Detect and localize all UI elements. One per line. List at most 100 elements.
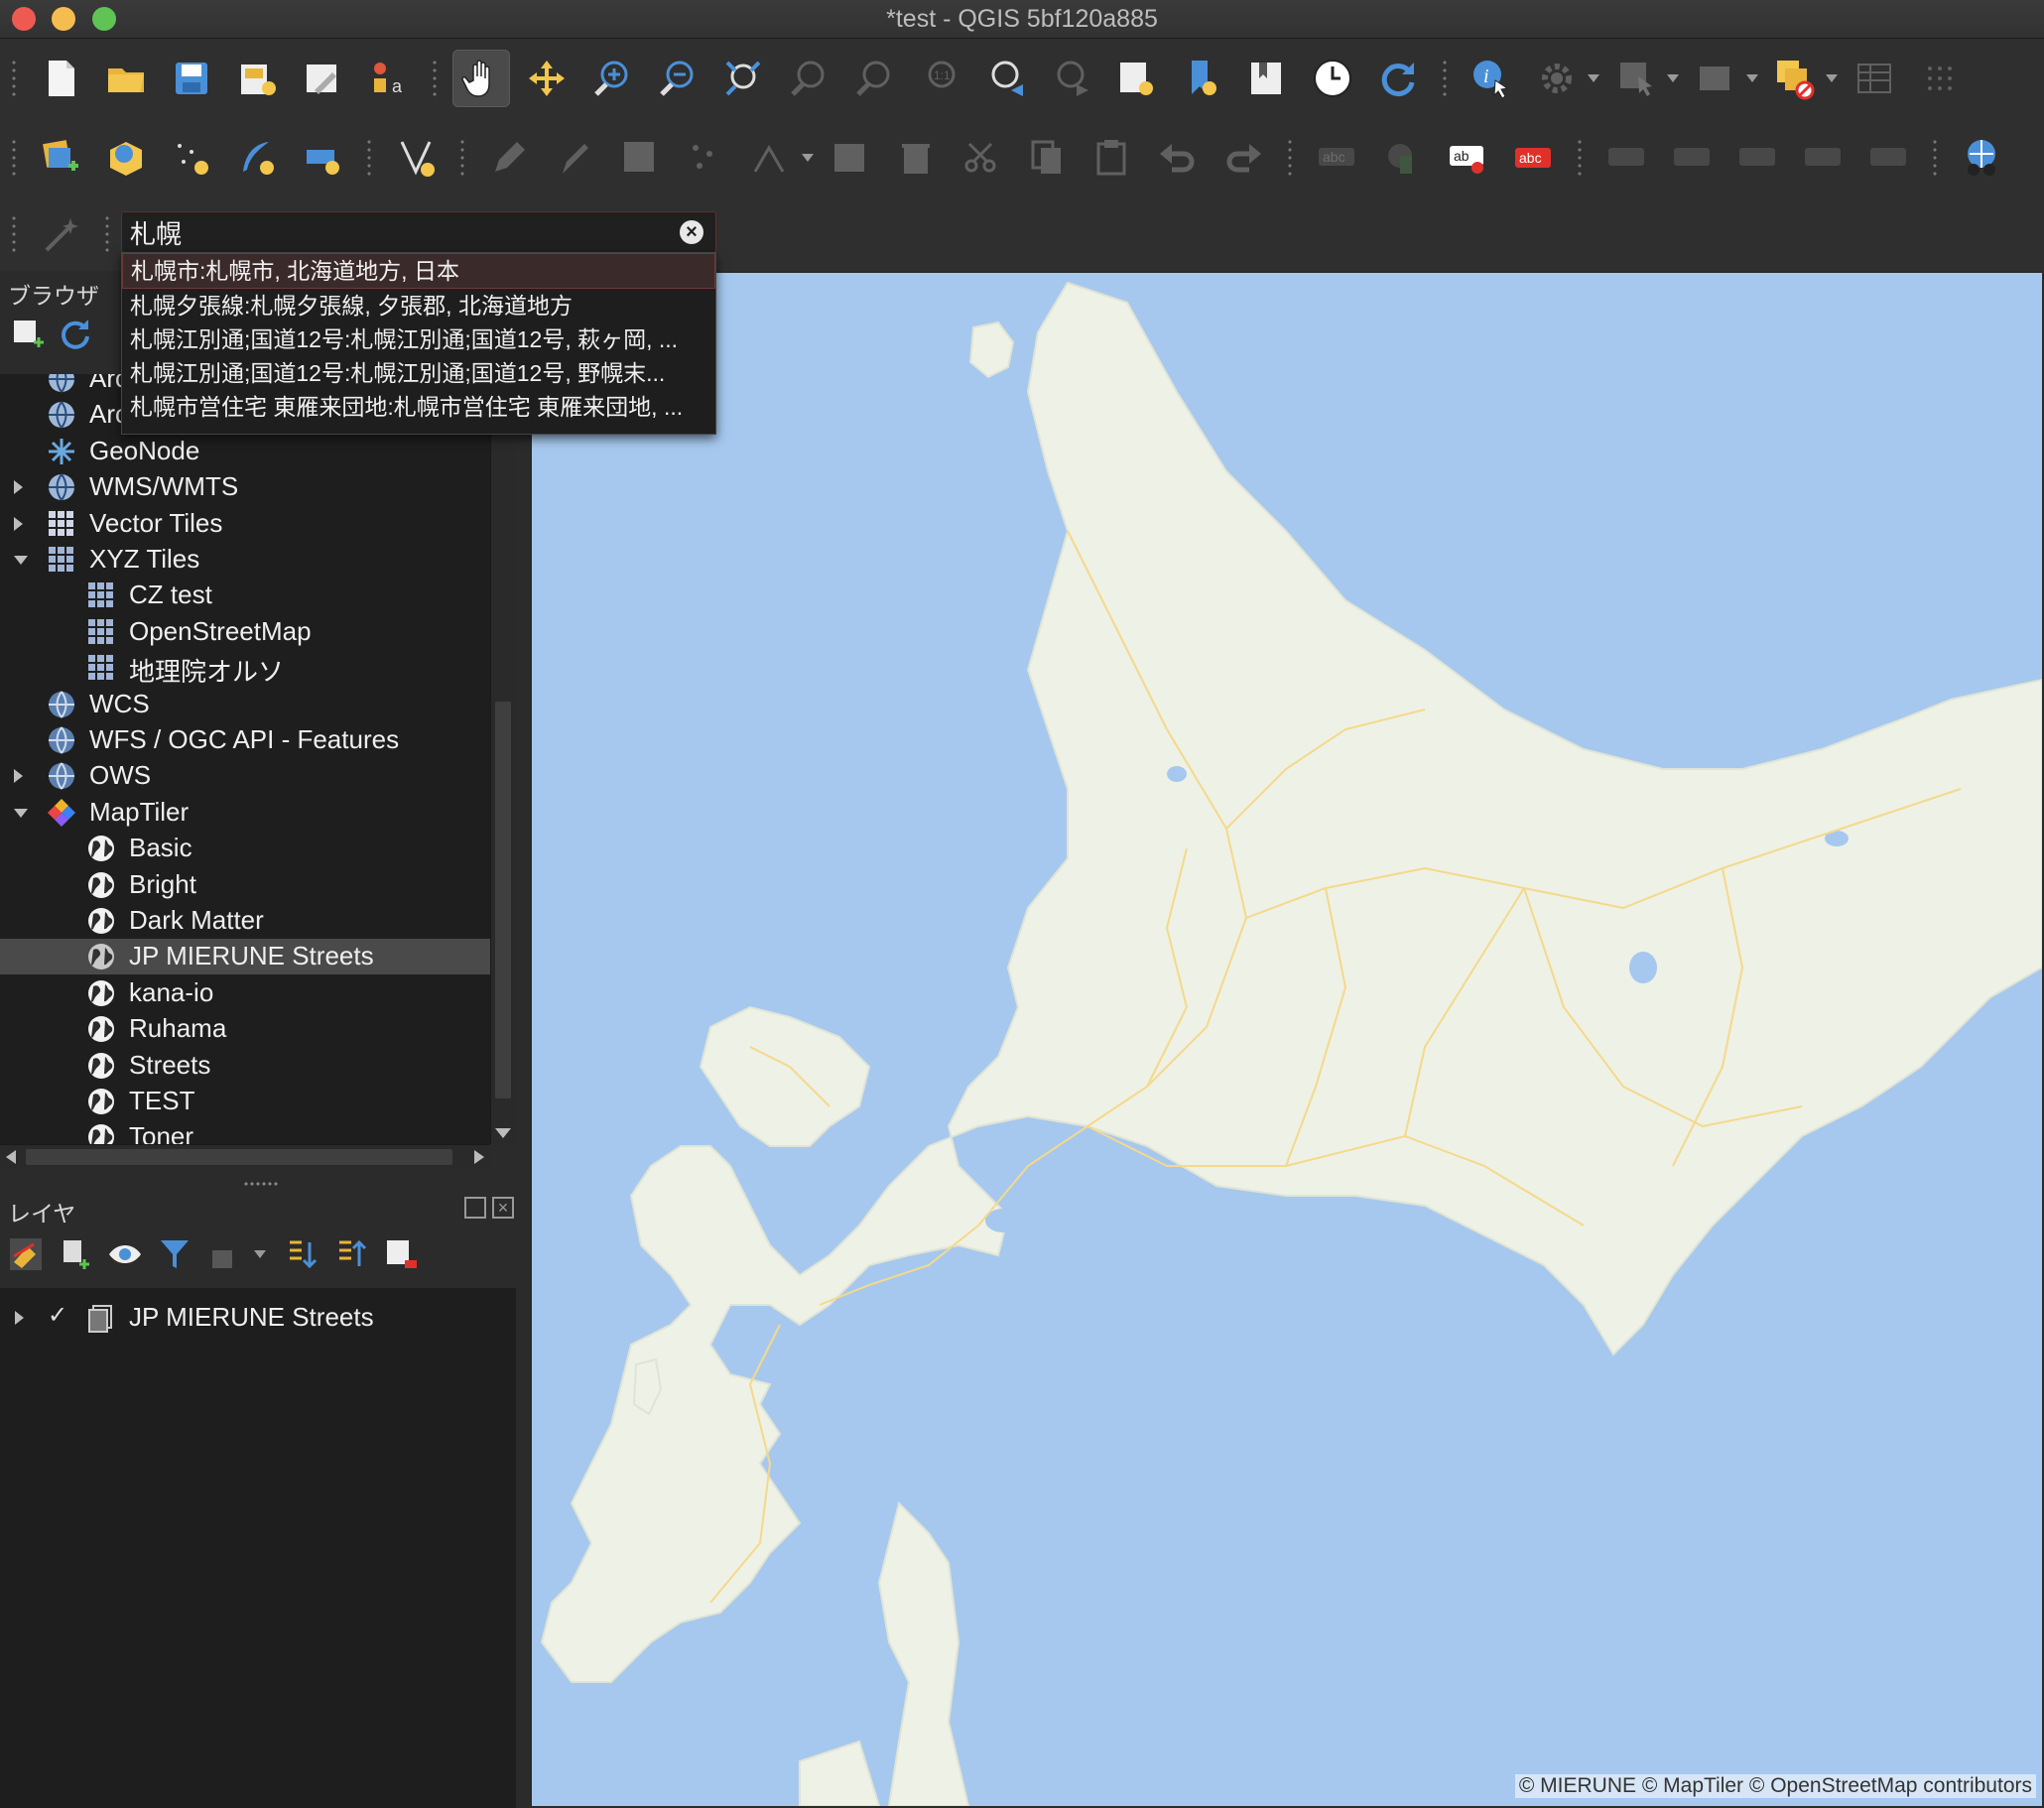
- toolbar-grip[interactable]: [10, 59, 18, 98]
- vertex-tool-button[interactable]: [742, 129, 800, 187]
- toggle-editing-button[interactable]: [546, 129, 603, 187]
- delete-selected-button[interactable]: [887, 129, 945, 187]
- map-canvas[interactable]: © MIERUNE © MapTiler © OpenStreetMap con…: [530, 271, 2044, 1808]
- expand-arrow-icon[interactable]: [14, 516, 23, 531]
- map-view[interactable]: [532, 273, 2042, 1806]
- modify-attributes-button[interactable]: [822, 129, 879, 187]
- rotate-label-button[interactable]: [1794, 129, 1852, 187]
- new-map-view-button[interactable]: [1107, 50, 1165, 107]
- pan-map-button[interactable]: [452, 50, 510, 107]
- copy-features-button[interactable]: [1018, 129, 1076, 187]
- collapse-arrow-icon[interactable]: [14, 808, 28, 818]
- move-label-button[interactable]: [1728, 129, 1786, 187]
- toolbar-grip[interactable]: [365, 138, 373, 178]
- refresh-icon[interactable]: [58, 315, 93, 350]
- save-edits-button[interactable]: [611, 129, 669, 187]
- new-project-button[interactable]: [32, 50, 89, 107]
- temporal-controller-button[interactable]: [1304, 50, 1361, 107]
- browser-item[interactable]: kana-io: [0, 975, 490, 1011]
- expand-arrow-icon[interactable]: [14, 480, 23, 495]
- close-panel-button[interactable]: ×: [492, 1197, 514, 1219]
- browser-item[interactable]: 地理院オルソ: [0, 650, 490, 687]
- toolbar-grip[interactable]: [10, 138, 18, 178]
- browser-item[interactable]: XYZ Tiles: [0, 542, 490, 578]
- zoom-out-button[interactable]: [649, 50, 706, 107]
- browser-vertical-scrollbar[interactable]: [490, 374, 515, 1144]
- chevron-down-icon[interactable]: [1588, 74, 1599, 82]
- browser-item[interactable]: Basic: [0, 831, 490, 866]
- toolbar-grip[interactable]: [1441, 59, 1449, 98]
- zoom-last-button[interactable]: [976, 50, 1034, 107]
- expand-all-icon[interactable]: [284, 1236, 319, 1272]
- save-project-button[interactable]: [163, 50, 220, 107]
- chevron-down-icon[interactable]: [254, 1250, 266, 1258]
- attribute-table-button[interactable]: [1846, 50, 1903, 107]
- browser-item[interactable]: Streets: [0, 1048, 490, 1084]
- browser-item[interactable]: CZ test: [0, 578, 490, 613]
- cut-features-button[interactable]: [953, 129, 1010, 187]
- scrollbar-thumb[interactable]: [26, 1149, 452, 1165]
- toolbar-grip[interactable]: [458, 138, 466, 178]
- zoom-native-button[interactable]: 1:1: [911, 50, 968, 107]
- chevron-down-icon[interactable]: [802, 154, 814, 162]
- chevron-down-icon[interactable]: [1826, 74, 1838, 82]
- new-print-layout-button[interactable]: [228, 50, 286, 107]
- field-calculator-button[interactable]: [1911, 50, 1969, 107]
- browser-item[interactable]: JP MIERUNE Streets: [0, 939, 490, 975]
- digitize-point-button[interactable]: [677, 129, 734, 187]
- redo-button[interactable]: [1214, 129, 1272, 187]
- add-group-icon[interactable]: [58, 1236, 93, 1272]
- eye-icon[interactable]: [107, 1236, 143, 1272]
- deselect-features-button[interactable]: [1766, 50, 1824, 107]
- undo-button[interactable]: [1149, 129, 1207, 187]
- geocoding-plugin-button[interactable]: [1953, 129, 2010, 187]
- suggestion-item[interactable]: 札幌夕張線:札幌夕張線, 夕張郡, 北海道地方: [122, 289, 715, 323]
- refresh-button[interactable]: [1369, 50, 1427, 107]
- zoom-next-button[interactable]: [1042, 50, 1099, 107]
- suggestion-item[interactable]: 札幌江別通;国道12号:札幌江別通;国道12号, 野幌末...: [122, 356, 715, 390]
- clear-search-button[interactable]: ×: [680, 220, 703, 244]
- browser-item[interactable]: GeoNode: [0, 434, 490, 469]
- browser-item[interactable]: MapTiler: [0, 795, 490, 831]
- layer-item[interactable]: ✓ JP MIERUNE Streets: [0, 1300, 516, 1336]
- layer-visibility-checkbox[interactable]: ✓: [48, 1304, 69, 1328]
- diagram-tool-button[interactable]: [1373, 129, 1431, 187]
- toolbar-grip[interactable]: [1931, 138, 1939, 178]
- layers-list[interactable]: ✓ JP MIERUNE Streets: [0, 1288, 516, 1808]
- filter-icon[interactable]: [157, 1236, 192, 1272]
- browser-horizontal-scrollbar[interactable]: [0, 1144, 490, 1169]
- layer-styling-icon[interactable]: [8, 1236, 44, 1272]
- chevron-down-icon[interactable]: [1746, 74, 1758, 82]
- select-features-button[interactable]: [1607, 50, 1665, 107]
- browser-item[interactable]: OpenStreetMap: [0, 614, 490, 650]
- select-by-value-button[interactable]: [1687, 50, 1744, 107]
- open-project-button[interactable]: [97, 50, 155, 107]
- browser-item[interactable]: TEST: [0, 1084, 490, 1119]
- paste-features-button[interactable]: [1084, 129, 1141, 187]
- expand-arrow-icon[interactable]: [15, 1311, 24, 1325]
- suggestion-item[interactable]: 札幌市営住宅 東雁来団地:札幌市営住宅 東雁来団地, ...: [122, 390, 715, 424]
- browser-item[interactable]: Toner: [0, 1119, 490, 1144]
- style-manager-button[interactable]: a: [359, 50, 417, 107]
- browser-item[interactable]: Vector Tiles: [0, 506, 490, 542]
- remove-layer-icon[interactable]: [383, 1236, 419, 1272]
- browser-tree[interactable]: ArcGIS MapServerArcGIS FeatureServerGeoN…: [0, 374, 490, 1144]
- scroll-right-arrow-icon[interactable]: [474, 1150, 484, 1164]
- collapse-arrow-icon[interactable]: [14, 556, 28, 565]
- browser-item[interactable]: WCS: [0, 687, 490, 722]
- browser-item[interactable]: Ruhama: [0, 1011, 490, 1047]
- new-temporary-layer-button[interactable]: [163, 129, 220, 187]
- collapse-all-icon[interactable]: [333, 1236, 369, 1272]
- show-bookmarks-button[interactable]: [1238, 50, 1296, 107]
- show-hide-labels-button[interactable]: [1663, 129, 1721, 187]
- label-toolbar-button[interactable]: abc: [1504, 129, 1562, 187]
- layer-labeling-button[interactable]: ab: [1439, 129, 1496, 187]
- browser-item[interactable]: Dark Matter: [0, 903, 490, 939]
- pan-to-selection-button[interactable]: [518, 50, 575, 107]
- new-geopackage-layer-button[interactable]: [97, 129, 155, 187]
- zoom-full-button[interactable]: [714, 50, 772, 107]
- new-bookmark-button[interactable]: [1173, 50, 1230, 107]
- scroll-left-arrow-icon[interactable]: [6, 1150, 16, 1164]
- browser-item[interactable]: Bright: [0, 867, 490, 903]
- zoom-to-selection-button[interactable]: [780, 50, 837, 107]
